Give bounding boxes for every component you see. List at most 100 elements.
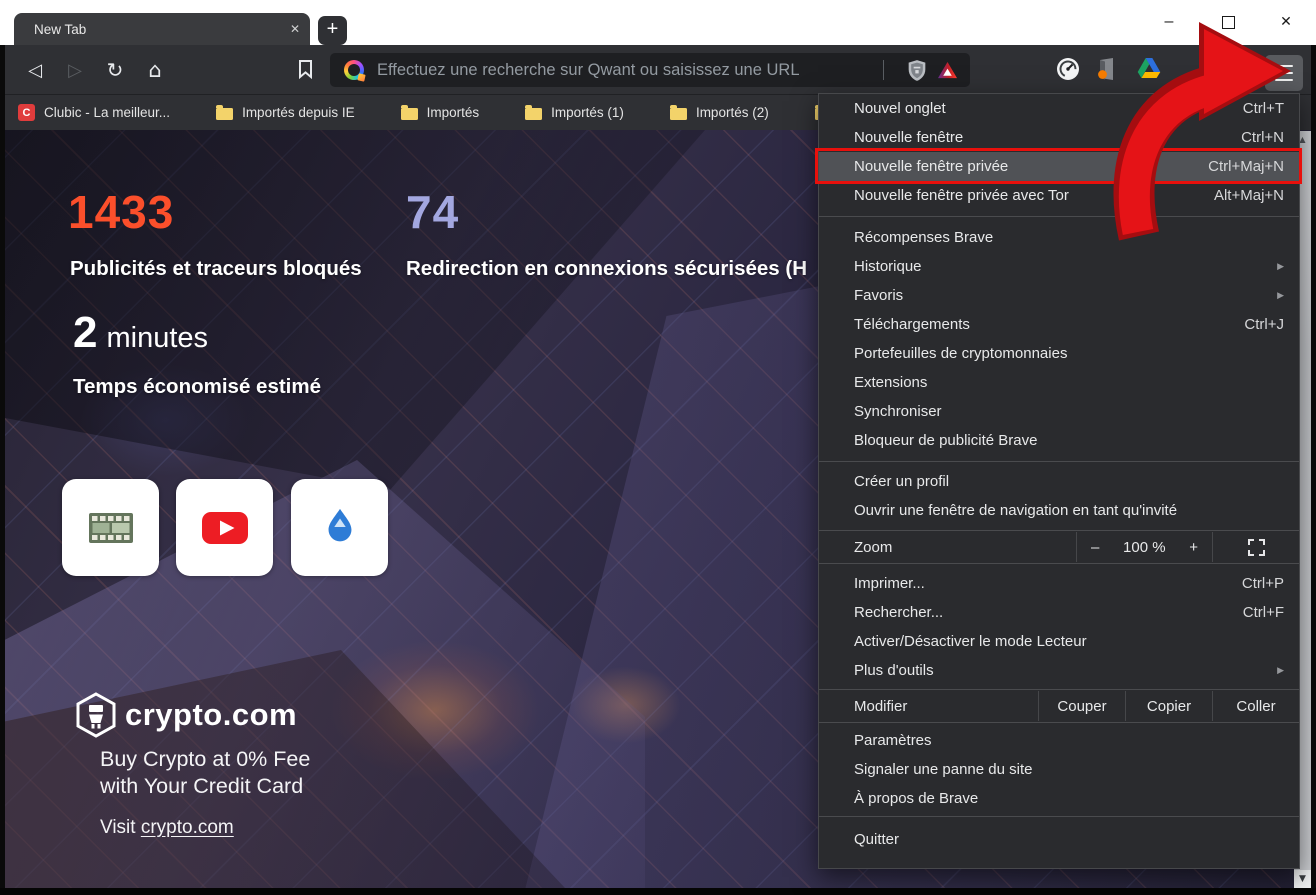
address-bar[interactable]: Effectuez une recherche sur Qwant ou sai… xyxy=(330,53,970,87)
menu-item-portefeuilles[interactable]: Portefeuilles de cryptomonnaies xyxy=(819,339,1299,368)
window-close-button[interactable]: ✕ xyxy=(1269,6,1303,38)
address-placeholder[interactable]: Effectuez une recherche sur Qwant ou sai… xyxy=(377,61,870,80)
bookmark-folder-importes[interactable]: Importés xyxy=(401,105,480,120)
qwant-logo-icon xyxy=(344,60,364,80)
drive-extension-icon[interactable] xyxy=(1137,57,1161,78)
window-border-bottom xyxy=(0,888,1316,895)
stat-time-saved-value: 2 xyxy=(73,308,97,358)
fullscreen-icon xyxy=(1248,539,1265,556)
window-minimize-button[interactable]: – xyxy=(1152,6,1186,38)
bookmark-folder-importes-2[interactable]: Importés (2) xyxy=(670,105,769,120)
crypto-com-logo-icon xyxy=(75,692,117,743)
menu-item-imprimer[interactable]: Imprimer...Ctrl+P xyxy=(819,569,1299,598)
bookmark-icon[interactable] xyxy=(298,59,313,84)
menu-item-plus-outils[interactable]: Plus d'outils▶ xyxy=(819,656,1299,685)
menu-item-synchroniser[interactable]: Synchroniser xyxy=(819,397,1299,426)
reload-button[interactable]: ↻ xyxy=(101,56,129,84)
stat-time-saved-unit: minutes xyxy=(106,322,208,355)
new-tab-button[interactable]: + xyxy=(318,16,347,45)
hamburger-bar xyxy=(1275,65,1293,67)
shortcut-tile-waterdrop[interactable] xyxy=(291,479,388,576)
menu-item-signaler-panne[interactable]: Signaler une panne du site xyxy=(819,755,1299,784)
menu-edit-row: Modifier Couper Copier Coller xyxy=(819,691,1299,721)
stat-ads-blocked-label: Publicités et traceurs bloqués xyxy=(70,257,362,281)
stat-ads-blocked-value: 1433 xyxy=(68,185,174,239)
bookmark-item-clubic[interactable]: C Clubic - La meilleur... xyxy=(18,104,170,121)
titlebar: New Tab ✕ + – ✕ xyxy=(0,0,1316,45)
scrollbar-down-button[interactable]: ▼ xyxy=(1294,870,1311,888)
folder-icon xyxy=(525,108,542,120)
hamburger-bar xyxy=(1275,72,1293,74)
menu-hamburger-button[interactable] xyxy=(1265,55,1303,91)
menu-item-nouvel-onglet[interactable]: Nouvel ongletCtrl+T xyxy=(819,94,1299,123)
menu-item-parametres[interactable]: Paramètres xyxy=(819,726,1299,755)
bat-rewards-icon[interactable] xyxy=(937,61,958,80)
menu-item-mode-lecteur[interactable]: Activer/Désactiver le mode Lecteur xyxy=(819,627,1299,656)
menu-item-fenetre-privee-tor[interactable]: Nouvelle fenêtre privée avec TorAlt+Maj+… xyxy=(819,181,1299,210)
paste-button[interactable]: Coller xyxy=(1212,691,1299,721)
menu-item-recompenses[interactable]: Récompenses Brave xyxy=(819,223,1299,252)
tab-close-icon[interactable]: ✕ xyxy=(290,22,300,36)
bookmark-label: Clubic - La meilleur... xyxy=(44,105,170,120)
stat-time-saved-label: Temps économisé estimé xyxy=(73,375,321,399)
visit-prefix: Visit xyxy=(100,817,141,838)
menu-item-quitter[interactable]: Quitter xyxy=(819,825,1299,854)
stat-https-upgrades-value: 74 xyxy=(406,185,459,239)
browser-window: New Tab ✕ + – ✕ ◁ ▷ ↻ ⌂ Effectuez une re… xyxy=(0,0,1316,895)
stat-https-upgrades-label: Redirection en connexions sécurisées (H xyxy=(406,257,807,281)
window-border-right xyxy=(1311,45,1316,895)
tab-title: New Tab xyxy=(34,22,290,37)
shortcut-tile-film[interactable] xyxy=(62,479,159,576)
menu-item-bloqueur[interactable]: Bloqueur de publicité Brave xyxy=(819,426,1299,455)
zoom-in-button[interactable]: + xyxy=(1189,539,1198,556)
edit-label: Modifier xyxy=(819,698,1038,715)
submenu-arrow-icon: ▶ xyxy=(1277,666,1284,676)
submenu-arrow-icon: ▶ xyxy=(1277,262,1284,272)
tab-new-tab[interactable]: New Tab ✕ xyxy=(14,13,310,45)
menu-item-a-propos[interactable]: À propos de Brave xyxy=(819,784,1299,813)
clubic-favicon: C xyxy=(18,104,35,121)
bookmark-folder-importes-1[interactable]: Importés (1) xyxy=(525,105,624,120)
copy-button[interactable]: Copier xyxy=(1125,691,1212,721)
bookmark-label: Importés (1) xyxy=(551,105,624,120)
bookmark-label: Importés depuis IE xyxy=(242,105,355,120)
menu-item-creer-profil[interactable]: Créer un profil xyxy=(819,467,1299,496)
menu-item-historique[interactable]: Historique▶ xyxy=(819,252,1299,281)
crypto-com-link[interactable]: crypto.com xyxy=(141,817,234,838)
door-extension-icon[interactable] xyxy=(1095,57,1117,81)
menu-item-fenetre-invite[interactable]: Ouvrir une fenêtre de navigation en tant… xyxy=(819,496,1299,525)
menu-item-rechercher[interactable]: Rechercher...Ctrl+F xyxy=(819,598,1299,627)
bookmark-label: Importés xyxy=(427,105,480,120)
ad-text-line2: with Your Credit Card xyxy=(100,774,303,799)
folder-icon xyxy=(216,108,233,120)
gauge-extension-icon[interactable] xyxy=(1056,57,1080,81)
forward-button[interactable]: ▷ xyxy=(61,56,89,84)
waterdrop-icon xyxy=(323,507,357,549)
toolbar: ◁ ▷ ↻ ⌂ Effectuez une recherche sur Qwan… xyxy=(5,45,1311,95)
hamburger-bar xyxy=(1275,79,1293,81)
menu-item-extensions[interactable]: Extensions xyxy=(819,368,1299,397)
brave-shield-icon[interactable] xyxy=(907,59,927,82)
maximize-icon xyxy=(1222,16,1235,29)
shortcut-tile-youtube[interactable] xyxy=(176,479,273,576)
menu-item-favoris[interactable]: Favoris▶ xyxy=(819,281,1299,310)
zoom-out-button[interactable]: – xyxy=(1091,539,1099,556)
bookmark-label: Importés (2) xyxy=(696,105,769,120)
cut-button[interactable]: Couper xyxy=(1038,691,1125,721)
menu-item-telechargements[interactable]: TéléchargementsCtrl+J xyxy=(819,310,1299,339)
zoom-value: 100 % xyxy=(1123,539,1166,556)
submenu-arrow-icon: ▶ xyxy=(1277,291,1284,301)
bookmark-folder-importes-ie[interactable]: Importés depuis IE xyxy=(216,105,355,120)
youtube-icon xyxy=(202,512,248,544)
folder-icon xyxy=(670,108,687,120)
crypto-com-brand: crypto.com xyxy=(125,697,297,733)
ad-text-line1: Buy Crypto at 0% Fee xyxy=(100,747,310,772)
ad-visit-line: Visit crypto.com xyxy=(100,817,234,839)
film-icon xyxy=(88,509,134,547)
address-divider xyxy=(883,60,884,80)
fullscreen-button[interactable] xyxy=(1212,532,1299,562)
home-button[interactable]: ⌂ xyxy=(141,56,169,84)
back-button[interactable]: ◁ xyxy=(21,56,49,84)
window-maximize-button[interactable] xyxy=(1211,6,1245,38)
zoom-label: Zoom xyxy=(819,539,1076,556)
